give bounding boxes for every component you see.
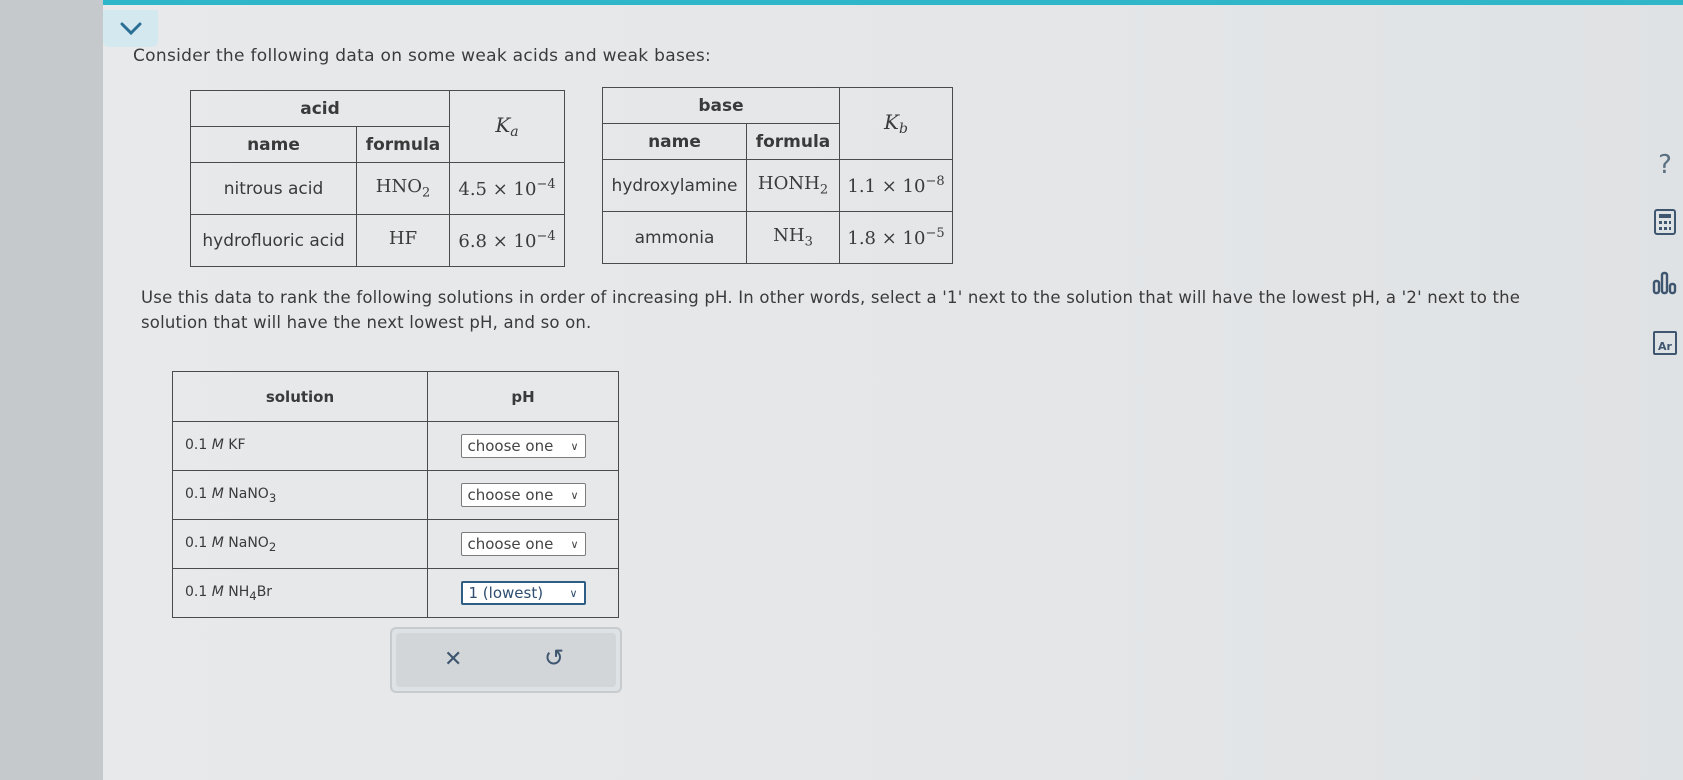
acid-name: nitrous acid (190, 162, 357, 215)
solution-table: solution pH 0.1 M KF choose one ∨ 0.1 M N… (172, 371, 619, 618)
ph-cell: choose one ∨ (427, 470, 619, 520)
data-chart-button[interactable] (1650, 268, 1680, 298)
solution-header: solution (172, 371, 428, 422)
base-name: hydroxylamine (602, 159, 747, 212)
question-prompt: Consider the following data on some weak… (133, 46, 712, 66)
collapse-button[interactable] (103, 10, 158, 47)
base-name: ammonia (602, 211, 747, 264)
chevron-down-icon (120, 22, 141, 35)
base-formula: NH3 (746, 211, 840, 264)
solution-label: 0.1 M NH4Br (172, 568, 428, 618)
base-table: base Kb name formula hydroxylamine HONH2… (602, 87, 953, 264)
base-formula-header: formula (746, 123, 840, 160)
left-margin (0, 0, 103, 780)
periodic-table-icon: Ar (1653, 331, 1677, 355)
solution-label: 0.1 M NaNO2 (172, 519, 428, 569)
ka-header: Ka (449, 90, 565, 163)
clear-button[interactable]: ✕ (444, 647, 462, 672)
acid-table: acid Ka name formula nitrous acid HNO2 4… (190, 90, 565, 267)
chevron-down-icon: ∨ (570, 488, 579, 502)
ph-rank-select[interactable]: choose one ∨ (460, 434, 586, 458)
acid-group-header: acid (190, 90, 450, 127)
acid-formula-header: formula (356, 126, 450, 163)
kb-header: Kb (839, 87, 953, 160)
acid-formula: HF (356, 214, 450, 267)
calculator-icon (1654, 209, 1676, 235)
ph-cell: choose one ∨ (427, 421, 619, 471)
base-kb: 1.8 × 10−5 (839, 211, 953, 264)
acid-ka: 4.5 × 10−4 (449, 162, 565, 215)
chevron-down-icon: ∨ (570, 537, 579, 551)
top-accent-bar (103, 0, 1683, 5)
base-group-header: base (602, 87, 840, 124)
acid-name: hydrofluoric acid (190, 214, 357, 267)
undo-button[interactable]: ↺ (544, 644, 564, 672)
ph-cell: choose one ∨ (427, 519, 619, 569)
solution-label: 0.1 M NaNO3 (172, 470, 428, 520)
base-name-header: name (602, 123, 747, 160)
chevron-down-icon: ∨ (569, 586, 578, 600)
acid-formula: HNO2 (356, 162, 450, 215)
solution-label: 0.1 M KF (172, 421, 428, 471)
ph-rank-select[interactable]: 1 (lowest) ∨ (460, 581, 586, 605)
instructions-text: Use this data to rank the following solu… (141, 288, 1521, 332)
acid-ka: 6.8 × 10−4 (449, 214, 565, 267)
help-icon: ? (1658, 150, 1672, 180)
periodic-table-button[interactable]: Ar (1650, 328, 1680, 358)
help-button[interactable]: ? (1650, 150, 1680, 180)
bar-chart-icon (1652, 271, 1677, 295)
base-formula: HONH2 (746, 159, 840, 212)
chevron-down-icon: ∨ (570, 439, 579, 453)
ph-header: pH (427, 371, 619, 422)
answer-actions: ✕ ↺ (390, 627, 622, 693)
ph-cell: 1 (lowest) ∨ (427, 568, 619, 618)
base-kb: 1.1 × 10−8 (839, 159, 953, 212)
calculator-button[interactable] (1650, 207, 1680, 237)
ph-rank-select[interactable]: choose one ∨ (460, 532, 586, 556)
acid-name-header: name (190, 126, 357, 163)
ph-rank-select[interactable]: choose one ∨ (460, 483, 586, 507)
